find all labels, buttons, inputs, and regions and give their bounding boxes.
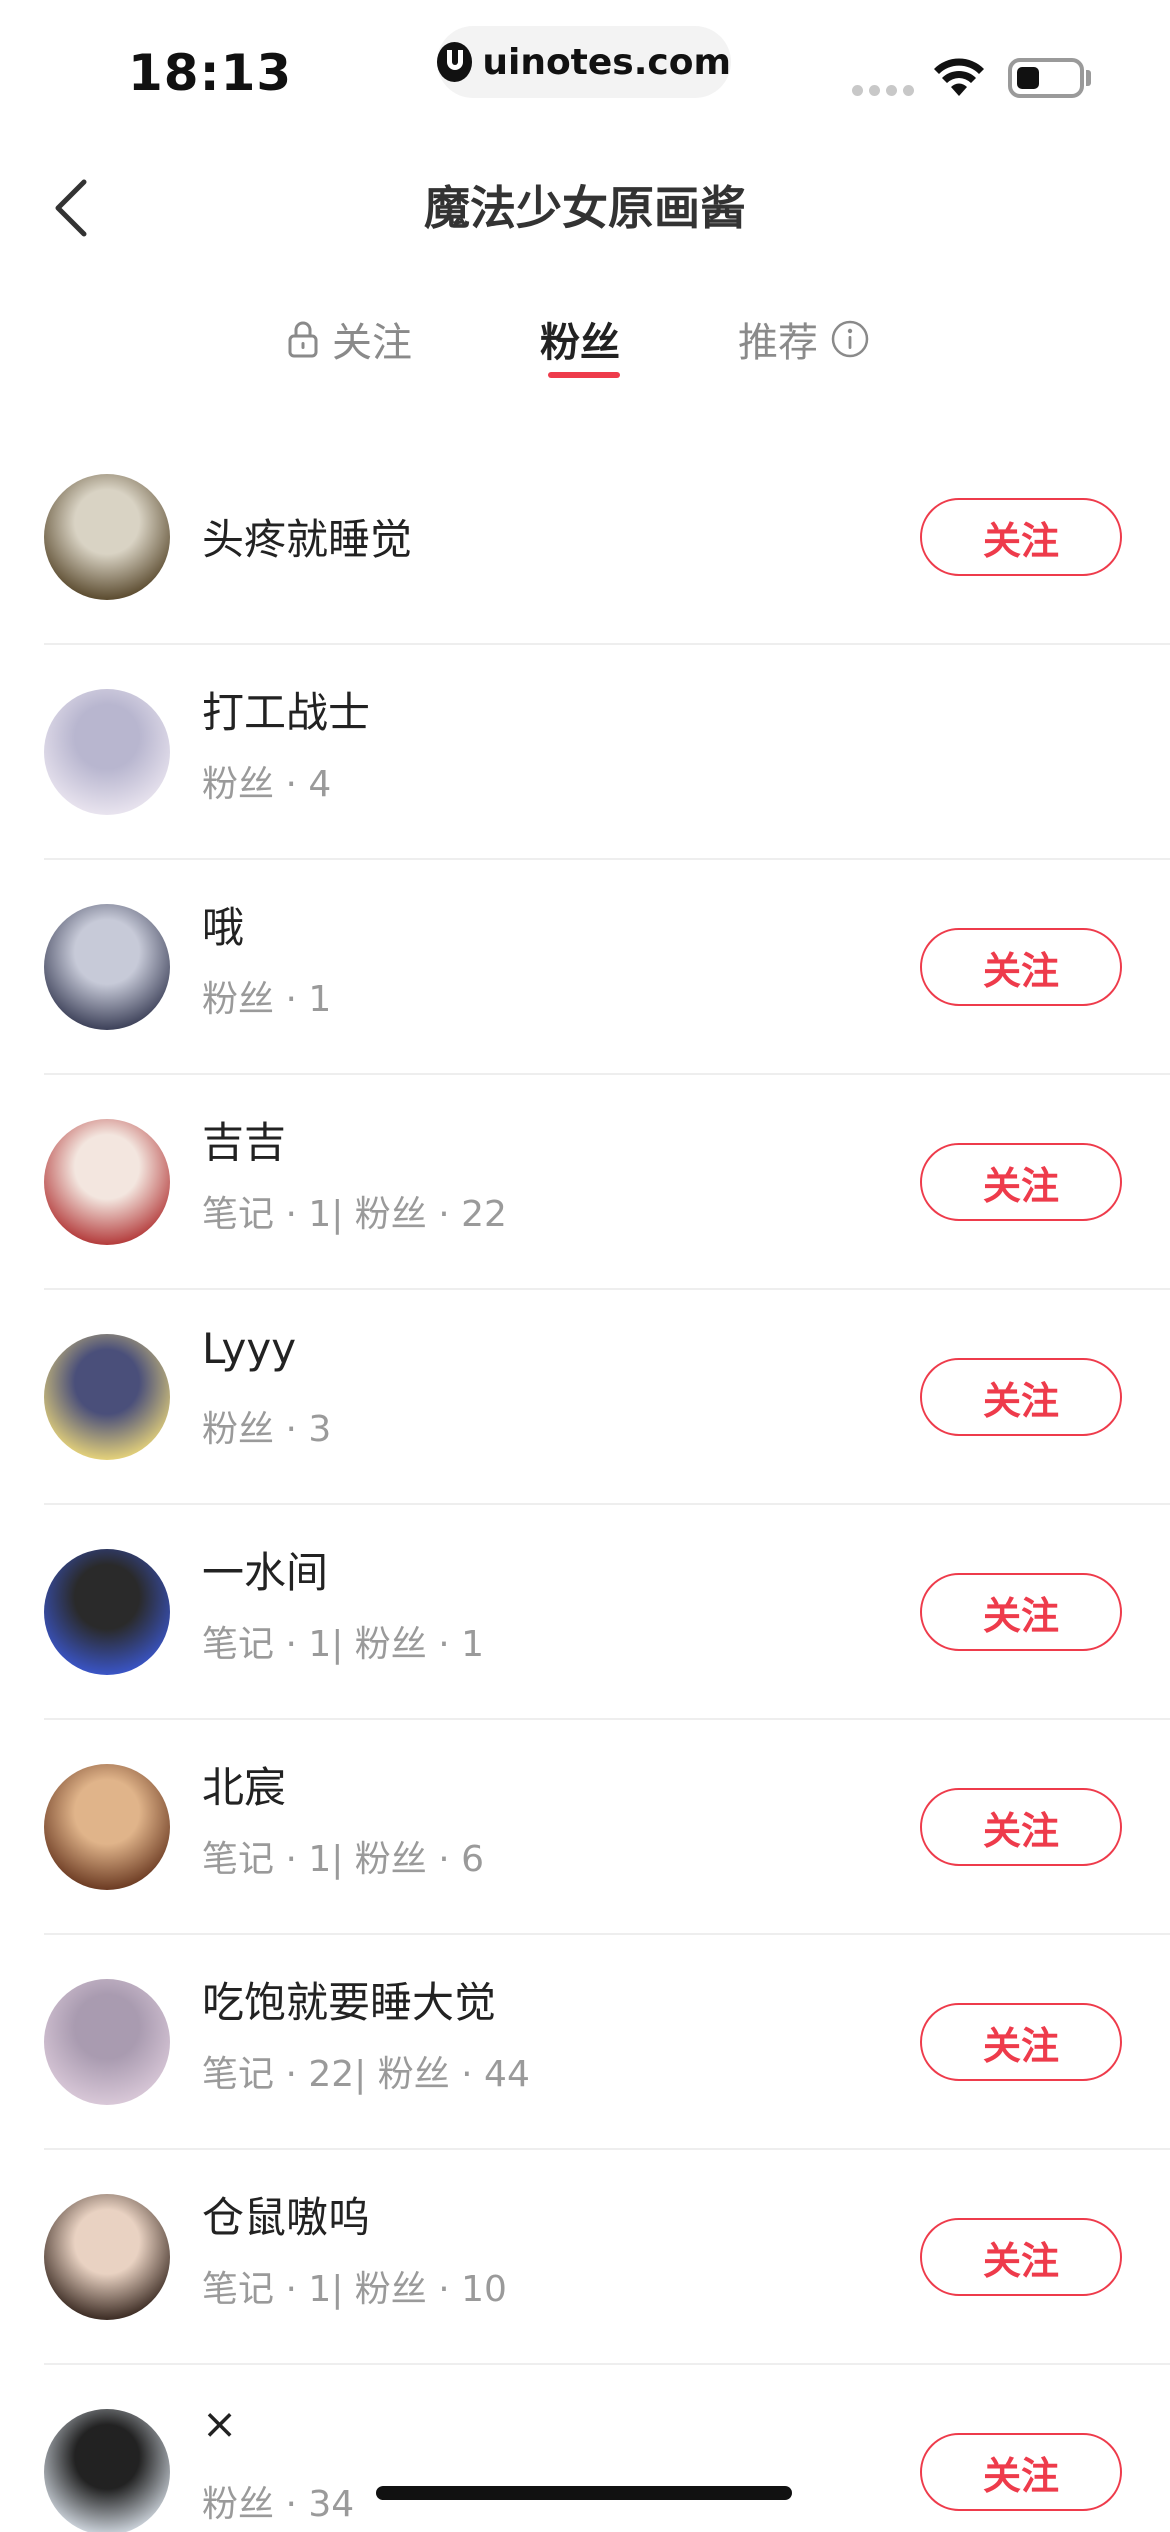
- battery-cap: [1086, 70, 1091, 86]
- list-item[interactable]: 仓鼠嗷呜笔记 · 1| 粉丝 · 10 关注: [0, 2150, 1170, 2365]
- user-stats: 粉丝 · 1: [202, 979, 332, 1020]
- tab-bar: 关注 粉丝 推荐: [0, 310, 1170, 380]
- avatar[interactable]: [44, 689, 170, 815]
- user-stats: 粉丝 · 3: [202, 1409, 332, 1450]
- user-name[interactable]: 哦: [202, 894, 244, 955]
- follow-button[interactable]: 关注: [920, 1358, 1122, 1436]
- user-name[interactable]: Lyyy: [202, 1324, 296, 1373]
- avatar[interactable]: [44, 1979, 170, 2105]
- follow-button[interactable]: 关注: [920, 2218, 1122, 2296]
- url-text: uinotes.com: [482, 41, 731, 83]
- tab-recommend[interactable]: 推荐: [738, 310, 870, 368]
- avatar[interactable]: [44, 2194, 170, 2320]
- list-item[interactable]: Lyyy 粉丝 · 3 关注: [0, 1290, 1170, 1505]
- tab-recommend-label: 推荐: [738, 320, 818, 366]
- avatar[interactable]: [44, 2409, 170, 2532]
- list-item[interactable]: 吉吉笔记 · 1| 粉丝 · 22 关注: [0, 1075, 1170, 1290]
- user-name[interactable]: 一水间: [202, 1539, 328, 1600]
- avatar[interactable]: [44, 1549, 170, 1675]
- tab-following[interactable]: 关注: [286, 310, 412, 368]
- wifi-icon: [934, 58, 984, 96]
- user-name[interactable]: 头疼就睡觉: [202, 506, 412, 567]
- status-time: 18:13: [128, 44, 293, 102]
- tab-following-label: 关注: [332, 320, 412, 366]
- follow-button[interactable]: 关注: [920, 498, 1122, 576]
- list-item[interactable]: 头疼就睡觉 关注: [0, 430, 1170, 645]
- list-item[interactable]: × 粉丝 · 34 关注: [0, 2365, 1170, 2532]
- follow-button[interactable]: 关注: [920, 928, 1122, 1006]
- avatar[interactable]: [44, 904, 170, 1030]
- lock-icon: [288, 321, 318, 358]
- avatar[interactable]: [44, 1119, 170, 1245]
- fans-list: 头疼就睡觉 关注 打工战士 粉丝 · 4 哦粉丝 · 1 关注 吉吉 笔记 · 1| 粉丝 ·…: [0, 430, 1170, 2532]
- tab-fans[interactable]: 粉丝: [540, 310, 620, 368]
- user-stats: 笔记 · 1| 粉丝 · 22: [202, 1194, 507, 1235]
- user-name[interactable]: 打工战士: [202, 679, 370, 740]
- user-stats: 笔记 · 22| 粉丝 · 44: [202, 2054, 530, 2095]
- avatar[interactable]: [44, 1334, 170, 1460]
- follow-button[interactable]: 关注: [920, 1143, 1122, 1221]
- home-indicator[interactable]: [376, 2486, 792, 2500]
- user-name[interactable]: 北宸: [202, 1754, 286, 1815]
- url-pill[interactable]: uinotes.com: [437, 26, 731, 98]
- list-item[interactable]: 一水间笔记 · 1| 粉丝 · 1 关注: [0, 1505, 1170, 1720]
- avatar[interactable]: [44, 1764, 170, 1890]
- list-item[interactable]: 吃饱就要睡大觉笔记 · 22| 粉丝 · 44 关注: [0, 1935, 1170, 2150]
- follow-button[interactable]: 关注: [920, 2003, 1122, 2081]
- user-name[interactable]: ×: [202, 2399, 237, 2448]
- follow-button[interactable]: 关注: [920, 1573, 1122, 1651]
- user-stats: 笔记 · 1| 粉丝 · 1: [202, 1624, 485, 1665]
- user-stats: 粉丝 · 4: [202, 764, 332, 805]
- user-stats: 笔记 · 1| 粉丝 · 10: [202, 2269, 507, 2310]
- site-logo-icon: [437, 42, 473, 82]
- cellular-signal-icon: [852, 85, 914, 96]
- user-name[interactable]: 吃饱就要睡大觉: [202, 1969, 496, 2030]
- tab-fans-label: 粉丝: [540, 320, 620, 366]
- active-tab-indicator: [548, 372, 620, 378]
- page-title: 魔法少女原画酱: [424, 181, 746, 235]
- user-name[interactable]: 吉吉: [202, 1109, 286, 1170]
- follow-button[interactable]: 关注: [920, 1788, 1122, 1866]
- list-item[interactable]: 打工战士粉丝 · 4: [0, 645, 1170, 860]
- list-item[interactable]: 北宸笔记 · 1| 粉丝 · 6 关注: [0, 1720, 1170, 1935]
- follow-button[interactable]: 关注: [920, 2433, 1122, 2511]
- status-bar: 18:13 uinotes.com: [0, 0, 1170, 130]
- battery-icon: [1008, 58, 1084, 98]
- user-stats: 粉丝 · 34: [202, 2484, 355, 2525]
- user-name[interactable]: 仓鼠嗷呜: [202, 2184, 370, 2245]
- list-item[interactable]: 哦粉丝 · 1 关注: [0, 860, 1170, 1075]
- avatar[interactable]: [44, 474, 170, 600]
- user-stats: 笔记 · 1| 粉丝 · 6: [202, 1839, 485, 1880]
- info-icon[interactable]: [830, 319, 870, 359]
